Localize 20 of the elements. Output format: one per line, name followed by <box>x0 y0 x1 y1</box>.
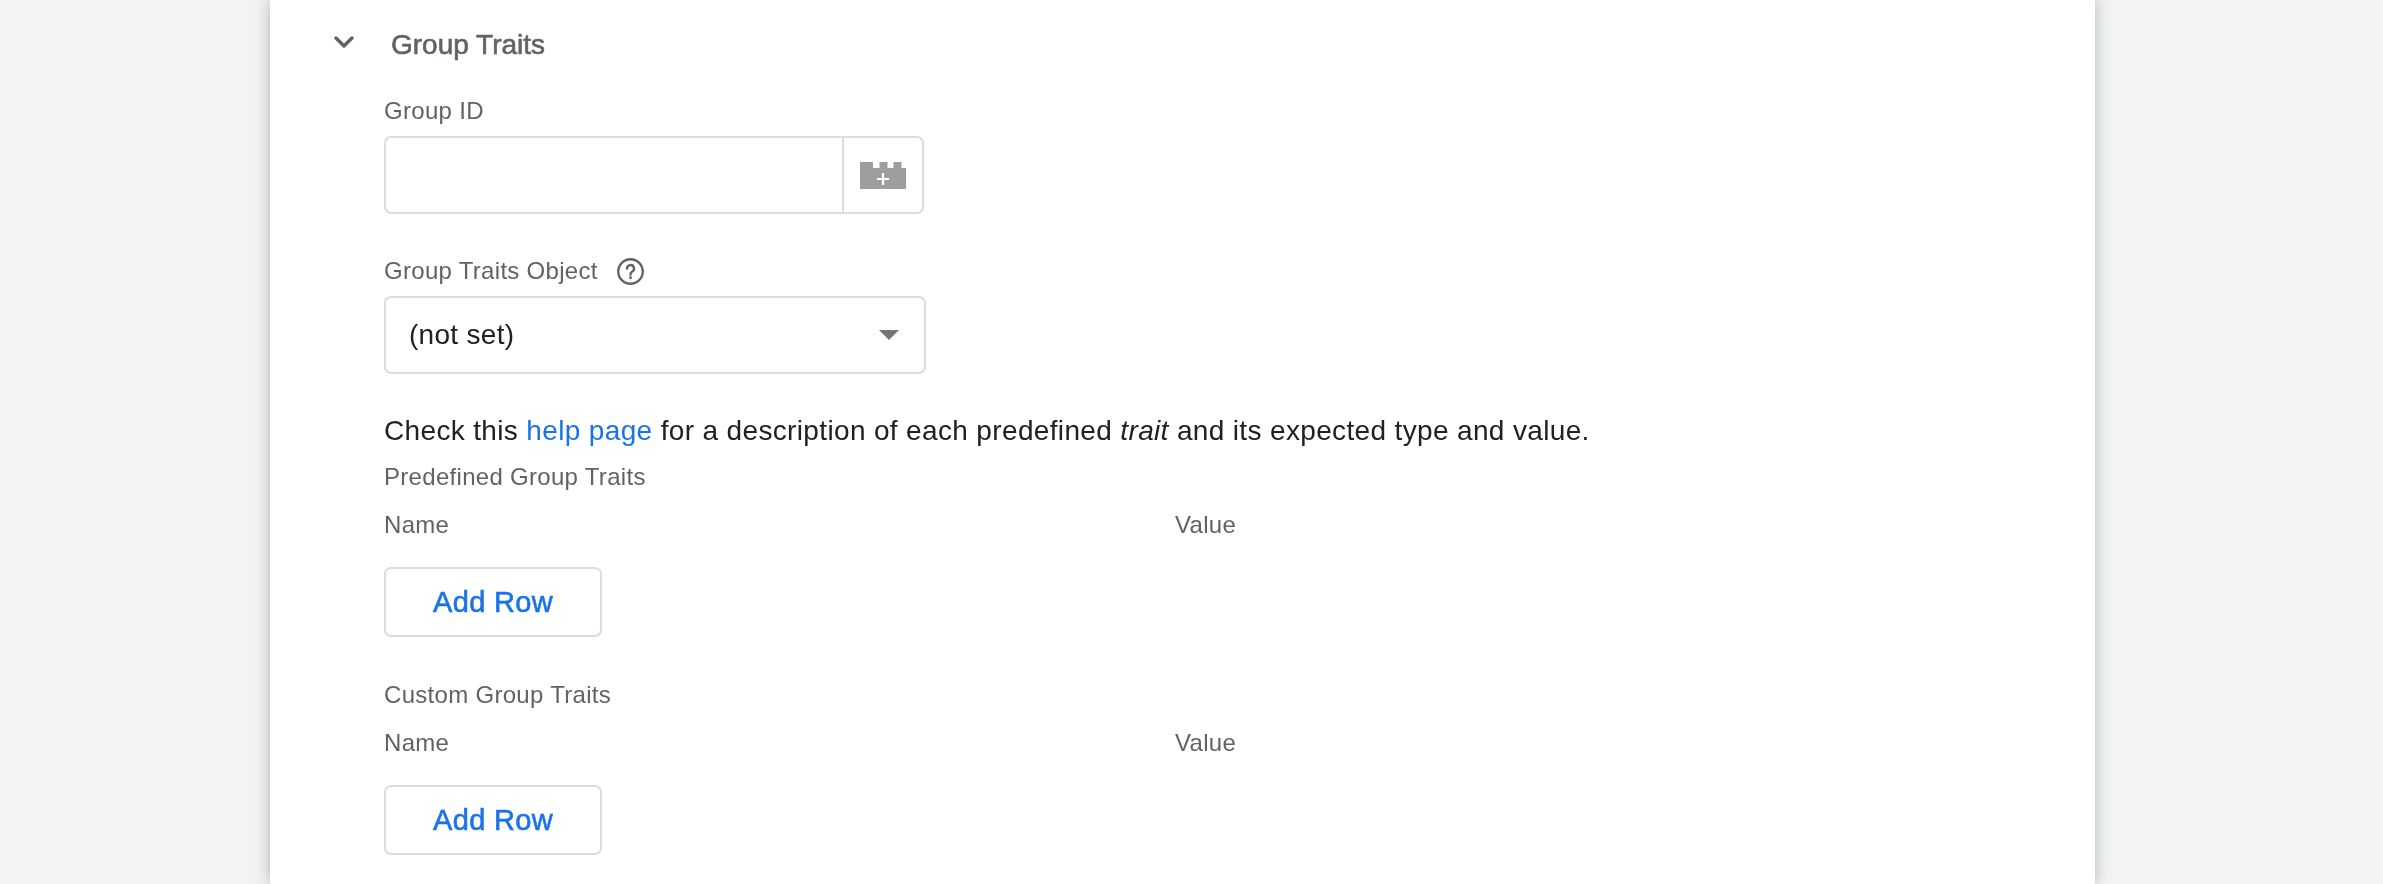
table-title: Predefined Group Traits <box>384 462 646 492</box>
column-header: Name <box>384 728 450 758</box>
chevron-icon[interactable] <box>334 35 354 48</box>
caret-icon <box>879 330 899 340</box>
dropdown[interactable]: (not set) <box>384 296 926 374</box>
field-label: Group ID <box>384 96 484 126</box>
text-field[interactable] <box>384 136 842 214</box>
field-label: Group Traits Object <box>384 256 598 286</box>
brick-plus-icon <box>860 161 906 189</box>
help-icon[interactable] <box>616 257 644 285</box>
help-link[interactable]: help page <box>526 415 653 446</box>
column-header: Value <box>1175 728 1237 758</box>
column-header: Name <box>384 510 450 540</box>
section-title: Group Traits <box>391 28 546 62</box>
table-title: Custom Group Traits <box>384 680 612 710</box>
help-text: Check this help page for a description of each predefined trait and its expected type and value. <box>384 414 1590 448</box>
add-row-button[interactable]: Add Row <box>384 567 602 637</box>
picker-button[interactable] <box>842 136 924 214</box>
column-header: Value <box>1175 510 1237 540</box>
add-row-button[interactable]: Add Row <box>384 785 602 855</box>
